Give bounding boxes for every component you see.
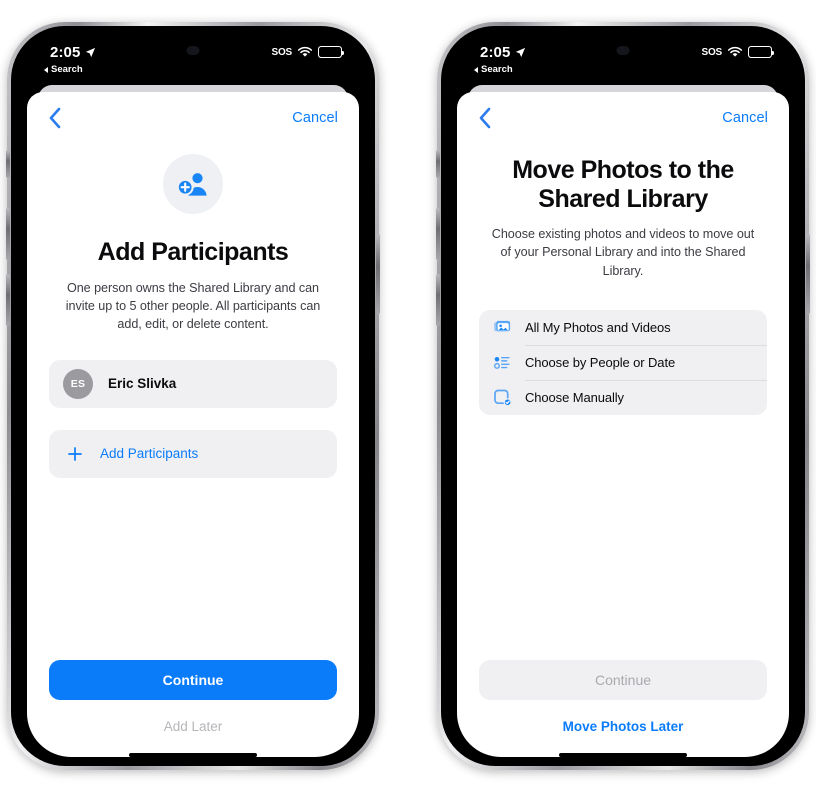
sheet-content: Add Participants One person owns the Sha…	[27, 144, 359, 660]
mute-switch[interactable]	[6, 150, 10, 178]
status-bar: 2:05 Search SOS	[20, 35, 366, 85]
option-label: Choose Manually	[525, 390, 624, 406]
status-time: 2:05	[480, 44, 526, 61]
phone-bezel: 2:05 Search SOS	[441, 26, 805, 766]
move-photos-later-button[interactable]: Move Photos Later	[479, 719, 767, 734]
phone-left: 2:05 Search SOS Cancel Add Participants …	[6, 22, 380, 770]
option-label: All My Photos and Videos	[525, 320, 671, 336]
volume-up-button[interactable]	[6, 208, 10, 260]
page-description: Choose existing photos and videos to mov…	[491, 227, 755, 278]
front-camera-icon	[616, 46, 630, 55]
back-to-app-label: Search	[481, 64, 513, 75]
mute-switch[interactable]	[436, 150, 440, 178]
chevron-left-icon[interactable]	[478, 107, 492, 129]
cancel-button[interactable]: Cancel	[722, 110, 768, 126]
location-arrow-icon	[516, 47, 526, 58]
status-time-label: 2:05	[480, 44, 511, 61]
volume-down-button[interactable]	[6, 274, 10, 326]
sheet-footer: Continue Move Photos Later	[457, 659, 789, 757]
phone-right: 2:05 Search SOS Cancel Move Photos to th…	[436, 22, 810, 770]
continue-button[interactable]: Continue	[479, 659, 767, 700]
back-to-app-link[interactable]: Search	[44, 64, 83, 75]
photo-stack-icon	[494, 320, 511, 332]
home-indicator[interactable]	[129, 752, 257, 757]
phone-screen: 2:05 Search SOS	[450, 35, 796, 757]
chevron-left-icon[interactable]	[48, 107, 62, 129]
add-participants-label: Add Participants	[100, 446, 199, 462]
back-triangle-icon	[44, 66, 48, 73]
volume-down-button[interactable]	[436, 274, 440, 326]
participant-name: Eric Slivka	[108, 376, 177, 392]
phone-screen: 2:05 Search SOS	[20, 35, 366, 757]
cancel-button[interactable]: Cancel	[292, 110, 338, 126]
participants-list: ES Eric Slivka Add Participants	[49, 359, 337, 478]
wifi-icon	[727, 46, 743, 57]
carrier-label: SOS	[701, 46, 722, 58]
square-check-icon	[494, 389, 512, 407]
front-camera-icon	[186, 46, 200, 55]
person-add-icon	[163, 154, 223, 214]
option-all-photos[interactable]: All My Photos and Videos	[479, 310, 767, 345]
power-button[interactable]	[376, 234, 380, 314]
status-indicators: SOS	[701, 46, 774, 58]
plus-icon	[68, 446, 82, 461]
phone-bezel: 2:05 Search SOS	[11, 26, 375, 766]
sheet-navbar: Cancel	[457, 92, 789, 144]
page-title: Move Photos to the Shared Library	[512, 156, 734, 213]
sheet-navbar: Cancel	[27, 92, 359, 144]
home-indicator[interactable]	[559, 752, 687, 757]
back-to-app-label: Search	[51, 64, 83, 75]
status-time: 2:05	[50, 44, 96, 61]
option-choose-manually[interactable]: Choose Manually	[479, 380, 767, 415]
modal-sheet-move-photos: Cancel Move Photos to the Shared Library…	[457, 92, 789, 757]
back-to-app-link[interactable]: Search	[474, 64, 513, 75]
sheet-footer: Continue Add Later	[27, 659, 359, 757]
status-bar: 2:05 Search SOS	[450, 35, 796, 85]
battery-icon	[318, 46, 344, 58]
status-time-label: 2:05	[50, 44, 81, 61]
option-people-or-date[interactable]: Choose by People or Date	[479, 345, 767, 380]
move-options-list: All My Photos and Videos Choose by Peopl…	[479, 310, 767, 416]
list-bullet-icon	[493, 357, 510, 370]
volume-up-button[interactable]	[436, 208, 440, 260]
location-arrow-icon	[86, 47, 96, 58]
modal-sheet-add-participants: Cancel Add Participants One person owns …	[27, 92, 359, 757]
screenshot-stage: 2:05 Search SOS Cancel Add Participants …	[0, 0, 816, 792]
option-label: Choose by People or Date	[525, 355, 676, 371]
back-triangle-icon	[474, 66, 478, 73]
add-later-button[interactable]: Add Later	[49, 719, 337, 734]
add-participants-button[interactable]: Add Participants	[49, 429, 337, 478]
continue-button[interactable]: Continue	[49, 659, 337, 700]
page-title: Add Participants	[97, 238, 289, 266]
power-button[interactable]	[806, 234, 810, 314]
participant-row[interactable]: ES Eric Slivka	[49, 359, 337, 408]
carrier-label: SOS	[271, 46, 292, 58]
avatar: ES	[63, 368, 93, 399]
status-indicators: SOS	[271, 46, 344, 58]
battery-icon	[748, 46, 774, 58]
wifi-icon	[297, 46, 313, 57]
page-description: One person owns the Shared Library and c…	[65, 280, 321, 332]
sheet-content: Move Photos to the Shared Library Choose…	[457, 144, 789, 660]
